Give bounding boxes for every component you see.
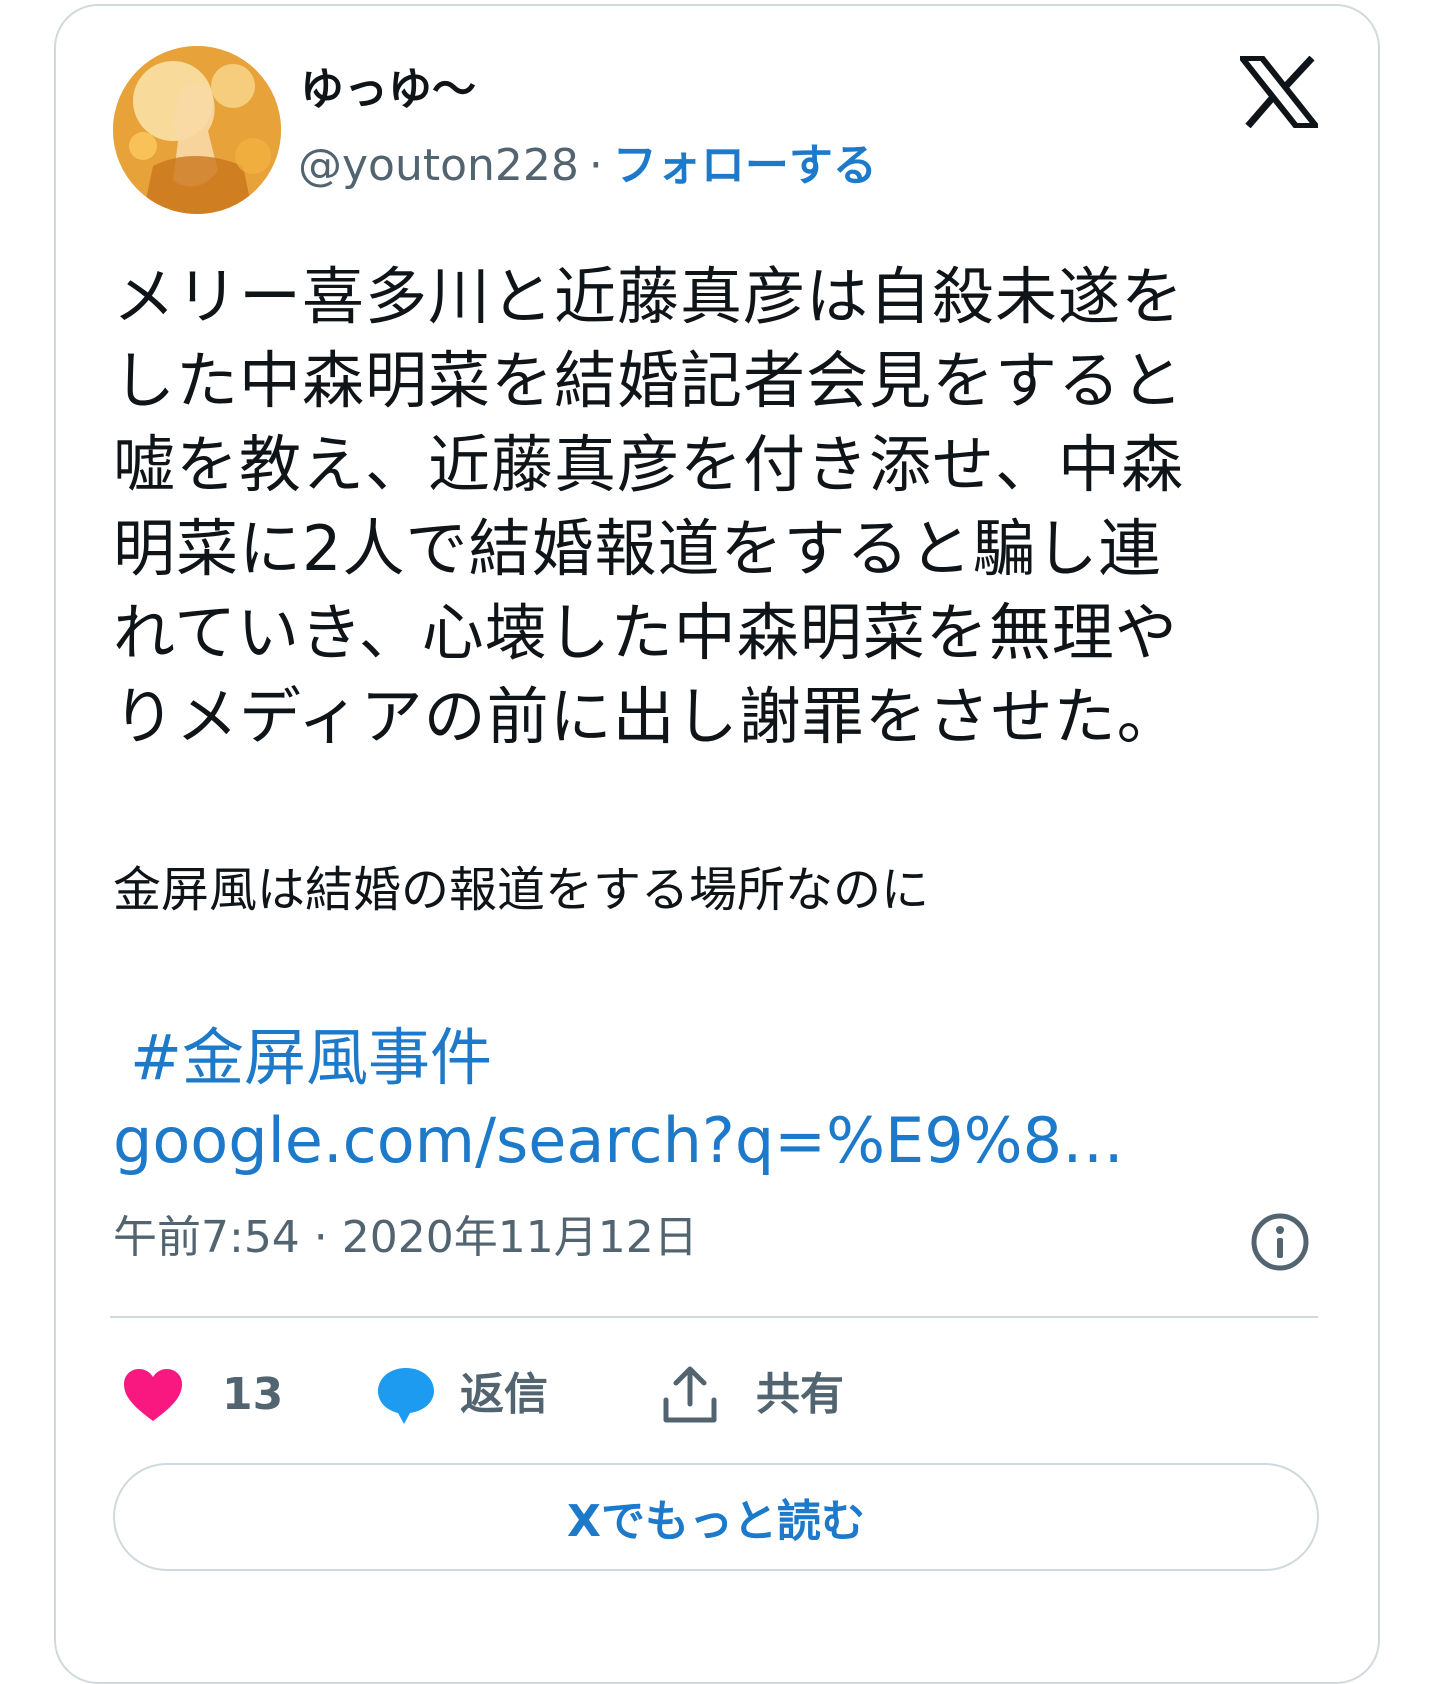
handle-row: @youton228 · フォローする bbox=[298, 138, 877, 194]
tweet-timestamp[interactable]: 午前7:54 · 2020年11月12日 bbox=[113, 1210, 698, 1266]
share-button[interactable]: 共有 bbox=[660, 1360, 844, 1430]
tweet-secondary-text: 金屏風は結婚の報道をする場所なのに bbox=[113, 862, 930, 918]
user-handle[interactable]: @youton228 bbox=[298, 140, 579, 191]
tweet-text-line: 嘘を教え、近藤真彦を付き添せ、中森 bbox=[113, 428, 1185, 501]
share-label: 共有 bbox=[756, 1369, 844, 1420]
like-count: 13 bbox=[222, 1369, 284, 1420]
heart-icon bbox=[122, 1367, 184, 1423]
follow-button[interactable]: フォローする bbox=[613, 140, 877, 191]
reply-label: 返信 bbox=[460, 1369, 548, 1420]
tweet-text-line: メリー喜多川と近藤真彦は自殺未遂を bbox=[113, 260, 1185, 333]
avatar[interactable] bbox=[113, 46, 281, 214]
read-more-button[interactable]: Xでもっと読む bbox=[113, 1463, 1319, 1571]
tweet-text-line: りメディアの前に出し謝罪をさせた。 bbox=[113, 680, 1180, 753]
x-logo-icon[interactable] bbox=[1235, 55, 1323, 129]
like-button[interactable]: 13 bbox=[122, 1360, 283, 1430]
tweet-text: メリー喜多川と近藤真彦は自殺未遂を した中森明菜を結婚記者会見をすると 嘘を教え… bbox=[113, 255, 1323, 759]
divider bbox=[110, 1316, 1318, 1318]
reply-button[interactable]: 返信 bbox=[374, 1360, 548, 1430]
tweet-text-line: した中森明菜を結婚記者会見をすると bbox=[113, 344, 1185, 417]
display-name[interactable]: ゆっゆ〜 bbox=[300, 62, 476, 118]
separator-dot: · bbox=[588, 140, 603, 191]
hashtag-link[interactable]: #金屏風事件 bbox=[130, 1020, 492, 1096]
speech-bubble-icon bbox=[374, 1364, 438, 1426]
share-upload-icon bbox=[660, 1364, 720, 1426]
url-link[interactable]: google.com/search?q=%E9%8… bbox=[113, 1103, 1124, 1179]
info-icon[interactable] bbox=[1250, 1212, 1310, 1272]
tweet-text-line: れていき、心壊した中森明菜を無理や bbox=[113, 596, 1178, 669]
tweet-text-line: 明菜に2人で結婚報道をすると騙し連 bbox=[113, 512, 1162, 585]
